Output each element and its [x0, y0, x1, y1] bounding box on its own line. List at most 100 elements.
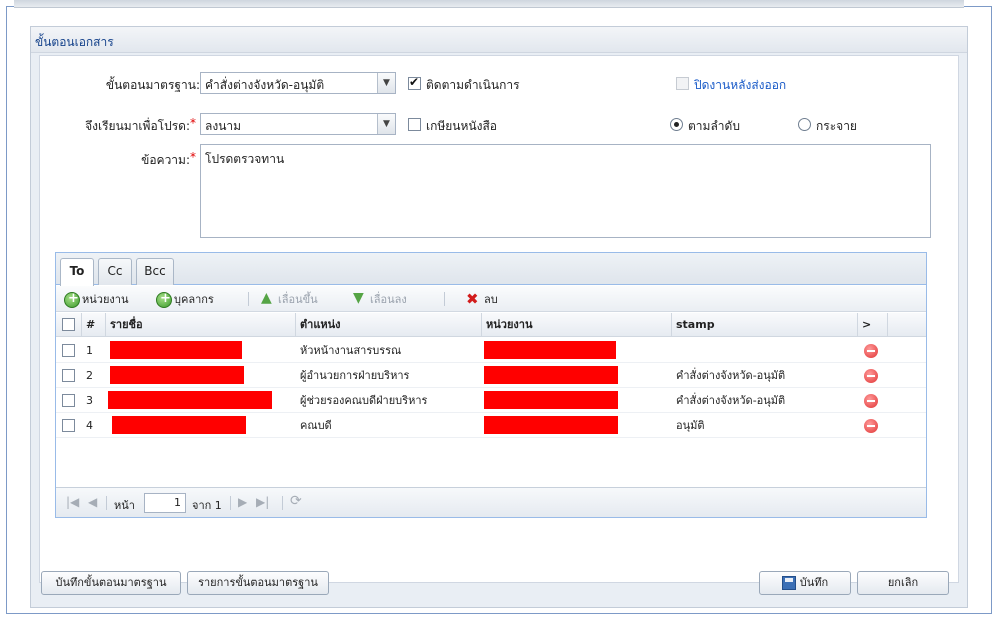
- document-step-window: ขั้นตอนเอกสาร ขั้นตอนมาตรฐาน: คำสั่งต่าง…: [30, 26, 968, 608]
- message-textarea[interactable]: โปรดตรวจทาน: [200, 144, 931, 238]
- row-stamp: คำสั่งต่างจังหวัด-อนุมัติ: [676, 394, 786, 407]
- save-label: บันทึก: [799, 576, 829, 589]
- table-row[interactable]: 1 หัวหน้างานสารบรรณ: [56, 338, 926, 363]
- first-page-icon[interactable]: |◀: [66, 495, 79, 509]
- standard-list-button[interactable]: รายการขั้นตอนมาตรฐาน: [187, 571, 329, 595]
- pager-separator: [282, 496, 283, 510]
- track-progress-label: ติดตามดำเนินการ: [426, 78, 520, 92]
- redacted-name: [112, 416, 246, 434]
- select-all-cell: [56, 313, 82, 337]
- chevron-down-icon[interactable]: ▼: [377, 114, 395, 134]
- order-sequential-label: ตามลำดับ: [688, 119, 740, 133]
- row-position: หัวหน้างานสารบรรณ: [300, 344, 402, 357]
- add-unit-label: หน่วยงาน: [82, 293, 129, 306]
- col-name[interactable]: รายชื่อ: [106, 313, 296, 337]
- tab-bcc[interactable]: Bcc: [136, 258, 174, 285]
- row-num: 1: [86, 344, 93, 357]
- recipients-tabpanel: To Cc Bcc หน่วยงาน บุคลากร เลื่อนขึ้น เล…: [55, 252, 927, 518]
- add-person-label: บุคลากร: [174, 293, 214, 306]
- table-row[interactable]: 3 ผู้ช่วยรองคณบดีฝ่ายบริหาร คำสั่งต่างจั…: [56, 388, 926, 413]
- order-distribute-radio[interactable]: [798, 118, 811, 131]
- row-num: 4: [86, 419, 93, 432]
- close-after-send-checkbox[interactable]: [676, 77, 689, 90]
- row-num: 2: [86, 369, 93, 382]
- row-checkbox[interactable]: [62, 344, 75, 357]
- select-all-checkbox[interactable]: [62, 318, 75, 331]
- standard-step-value: คำสั่งต่างจังหวัด-อนุมัติ: [205, 78, 325, 92]
- col-num[interactable]: #: [82, 313, 106, 337]
- tab-to[interactable]: To: [60, 258, 94, 286]
- remove-row-icon[interactable]: [864, 394, 878, 408]
- last-page-icon[interactable]: ▶|: [256, 495, 269, 509]
- write-letter-checkbox[interactable]: [408, 118, 421, 131]
- row-stamp: คำสั่งต่างจังหวัด-อนุมัติ: [676, 369, 786, 382]
- arrow-up-icon: [260, 290, 276, 308]
- submit-for-label: จึงเรียนมาเพื่อโปรด:: [85, 119, 190, 133]
- recipients-toolbar: หน่วยงาน บุคลากร เลื่อนขึ้น เลื่อนลง ลบ: [56, 286, 926, 312]
- refresh-icon[interactable]: ⟳: [290, 493, 302, 509]
- window-title: ขั้นตอนเอกสาร: [35, 35, 114, 49]
- add-person-button[interactable]: บุคลากร: [156, 290, 214, 308]
- track-progress-checkbox[interactable]: [408, 75, 421, 90]
- row-num: 3: [86, 394, 93, 407]
- move-down-label: เลื่อนลง: [370, 293, 407, 306]
- row-position: คณบดี: [300, 419, 332, 432]
- next-page-icon[interactable]: ▶: [238, 495, 247, 509]
- floppy-disk-icon: [781, 576, 796, 590]
- row-stamp: อนุมัติ: [676, 419, 705, 432]
- chevron-down-icon[interactable]: ▼: [377, 73, 395, 93]
- row-checkbox[interactable]: [62, 419, 75, 432]
- row-checkbox[interactable]: [62, 394, 75, 407]
- cancel-button[interactable]: ยกเลิก: [857, 571, 949, 595]
- standard-step-combo[interactable]: คำสั่งต่างจังหวัด-อนุมัติ ▼: [200, 72, 396, 94]
- order-sequential-radio[interactable]: [670, 118, 683, 131]
- page-of-label: จาก 1: [192, 499, 222, 512]
- row-checkbox[interactable]: [62, 369, 75, 382]
- move-up-button[interactable]: เลื่อนขึ้น: [260, 290, 318, 308]
- remove-row-icon[interactable]: [864, 369, 878, 383]
- move-down-button[interactable]: เลื่อนลง: [352, 290, 407, 308]
- redacted-unit: [484, 416, 618, 434]
- tab-cc[interactable]: Cc: [98, 258, 132, 285]
- prev-page-icon[interactable]: ◀: [88, 495, 97, 509]
- page-number-input[interactable]: 1: [144, 493, 186, 513]
- background-window-strip: [14, 0, 964, 8]
- col-more[interactable]: >: [858, 313, 888, 337]
- save-standard-button[interactable]: บันทึกขั้นตอนมาตรฐาน: [41, 571, 181, 595]
- page-label: หน้า: [114, 499, 135, 512]
- required-mark: *: [190, 150, 196, 164]
- table-row[interactable]: 4 คณบดี อนุมัติ: [56, 413, 926, 438]
- message-label: ข้อความ:: [141, 153, 190, 167]
- standard-step-label: ขั้นตอนมาตรฐาน:: [105, 78, 200, 92]
- row-stamp: [672, 338, 676, 363]
- form-panel: ขั้นตอนมาตรฐาน: คำสั่งต่างจังหวัด-อนุมัต…: [39, 55, 959, 583]
- add-icon: [156, 291, 172, 308]
- move-up-label: เลื่อนขึ้น: [278, 293, 318, 306]
- write-letter-label: เกษียนหนังสือ: [426, 119, 498, 133]
- col-unit[interactable]: หน่วยงาน: [482, 313, 672, 337]
- pager-toolbar: |◀ ◀ หน้า 1 จาก 1 ▶ ▶| ⟳: [56, 487, 926, 517]
- redacted-name: [110, 341, 242, 359]
- submit-for-value: ลงนาม: [205, 119, 242, 133]
- row-position: ผู้อำนวยการฝ่ายบริหาร: [300, 369, 410, 382]
- redacted-name: [108, 391, 272, 409]
- window-header: ขั้นตอนเอกสาร: [31, 27, 967, 53]
- row-position: ผู้ช่วยรองคณบดีฝ่ายบริหาร: [300, 394, 428, 407]
- order-distribute-label: กระจาย: [816, 119, 857, 133]
- remove-row-icon[interactable]: [864, 344, 878, 358]
- redacted-name: [110, 366, 244, 384]
- table-row[interactable]: 2 ผู้อำนวยการฝ่ายบริหาร คำสั่งต่างจังหวั…: [56, 363, 926, 388]
- delete-button[interactable]: ลบ: [466, 290, 498, 308]
- close-after-send-label: ปิดงานหลังส่งออก: [694, 78, 787, 92]
- arrow-down-icon: [352, 290, 368, 308]
- pager-separator: [230, 496, 231, 510]
- required-mark: *: [190, 116, 196, 130]
- add-unit-button[interactable]: หน่วยงาน: [64, 290, 128, 308]
- col-position[interactable]: ตำแหน่ง: [296, 313, 482, 337]
- col-stamp[interactable]: stamp: [672, 313, 858, 337]
- grid-header: # รายชื่อ ตำแหน่ง หน่วยงาน stamp >: [56, 313, 926, 337]
- submit-for-combo[interactable]: ลงนาม ▼: [200, 113, 396, 135]
- remove-row-icon[interactable]: [864, 419, 878, 433]
- save-button[interactable]: บันทึก: [759, 571, 851, 595]
- pager-separator: [106, 496, 107, 510]
